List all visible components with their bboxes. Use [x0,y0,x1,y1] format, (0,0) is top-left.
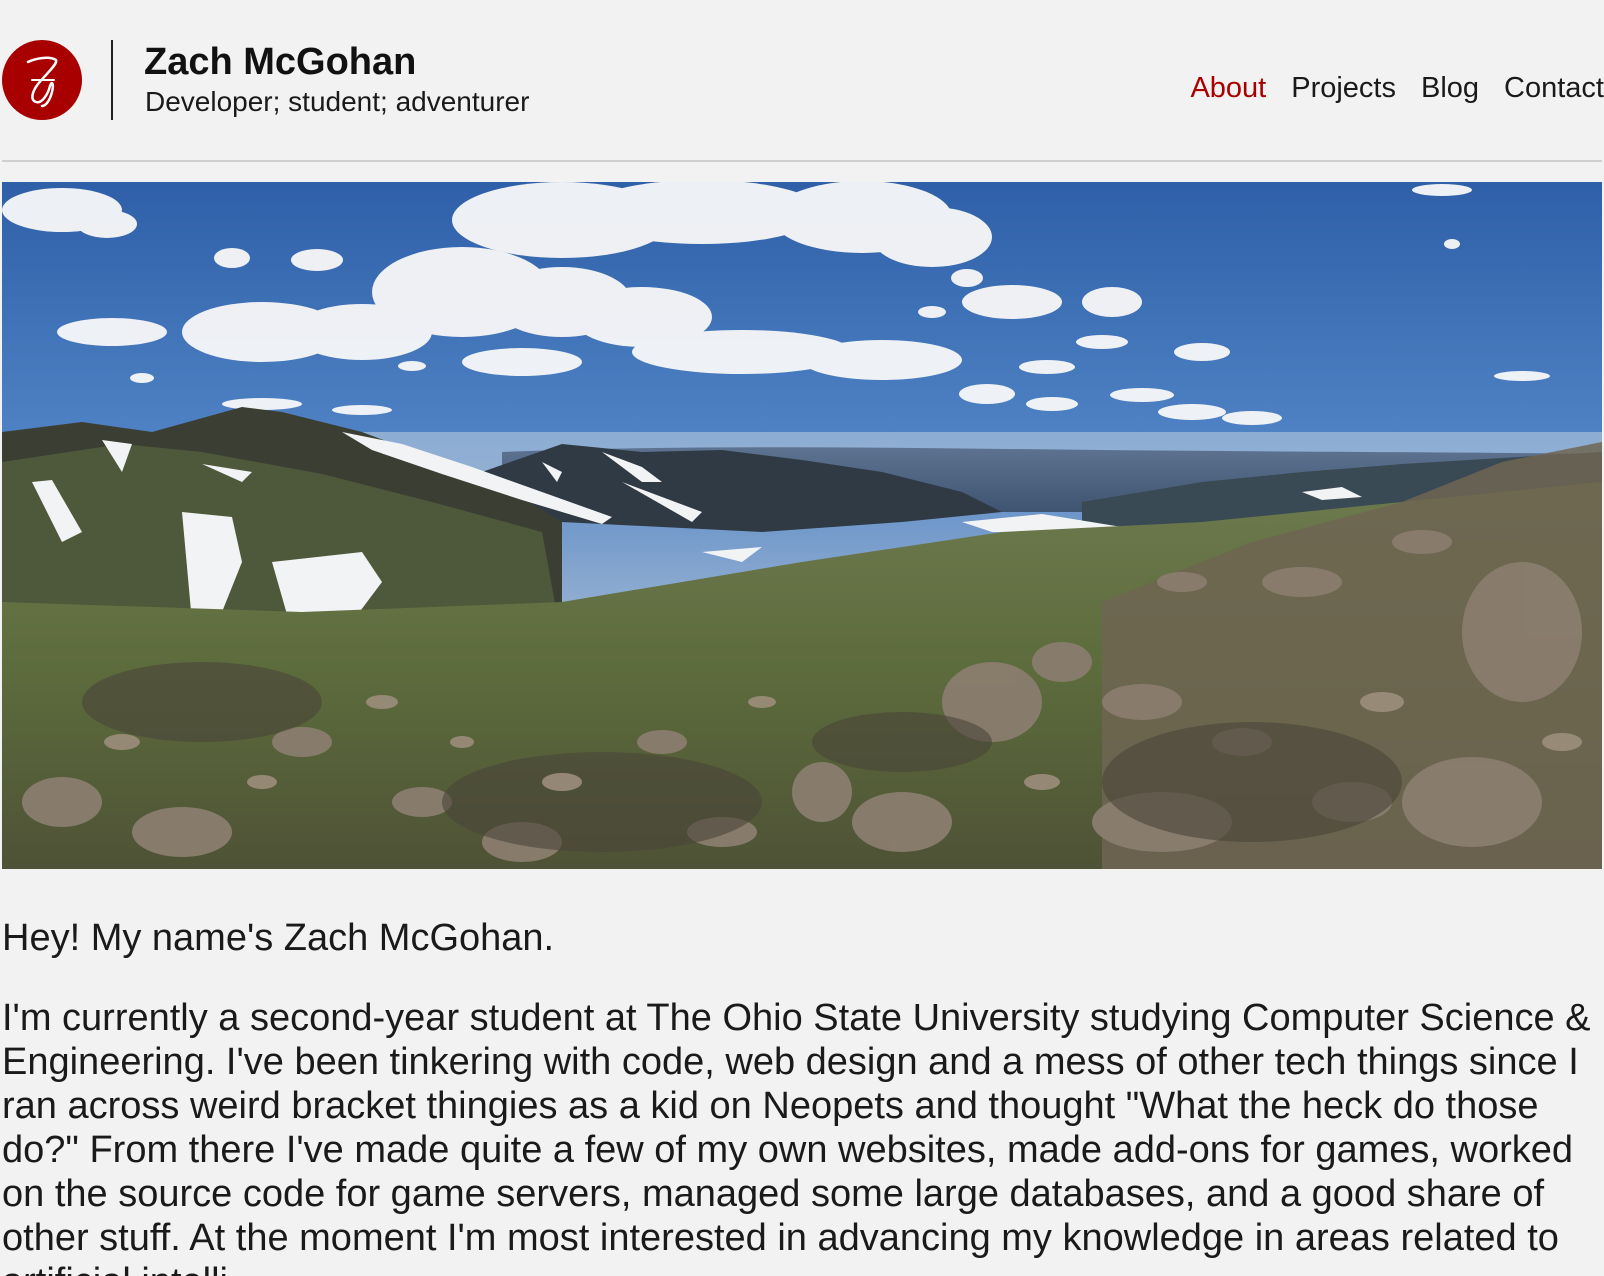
about-paragraph: I'm currently a second-year student at T… [2,997,1591,1276]
page: Zach McGohan Developer; student; adventu… [0,0,1604,1276]
main-nav: About Projects Blog Contact [1190,70,1604,106]
greeting-text: Hey! My name's Zach McGohan. [2,917,555,959]
nav-item-blog[interactable]: Blog [1421,70,1479,106]
script-z-icon [26,56,58,108]
site-title[interactable]: Zach McGohan [144,38,416,86]
header-rule [2,160,1602,162]
header-divider [111,40,113,120]
site-tagline: Developer; student; adventurer [145,86,530,117]
nav-item-contact[interactable]: Contact [1504,70,1604,106]
hero-image [2,182,1602,869]
logo-icon[interactable] [2,40,82,120]
site-header: Zach McGohan Developer; student; adventu… [0,0,1604,162]
nav-item-about[interactable]: About [1190,70,1266,106]
nav-item-projects[interactable]: Projects [1291,70,1396,106]
mountain-panorama-icon [2,182,1602,869]
